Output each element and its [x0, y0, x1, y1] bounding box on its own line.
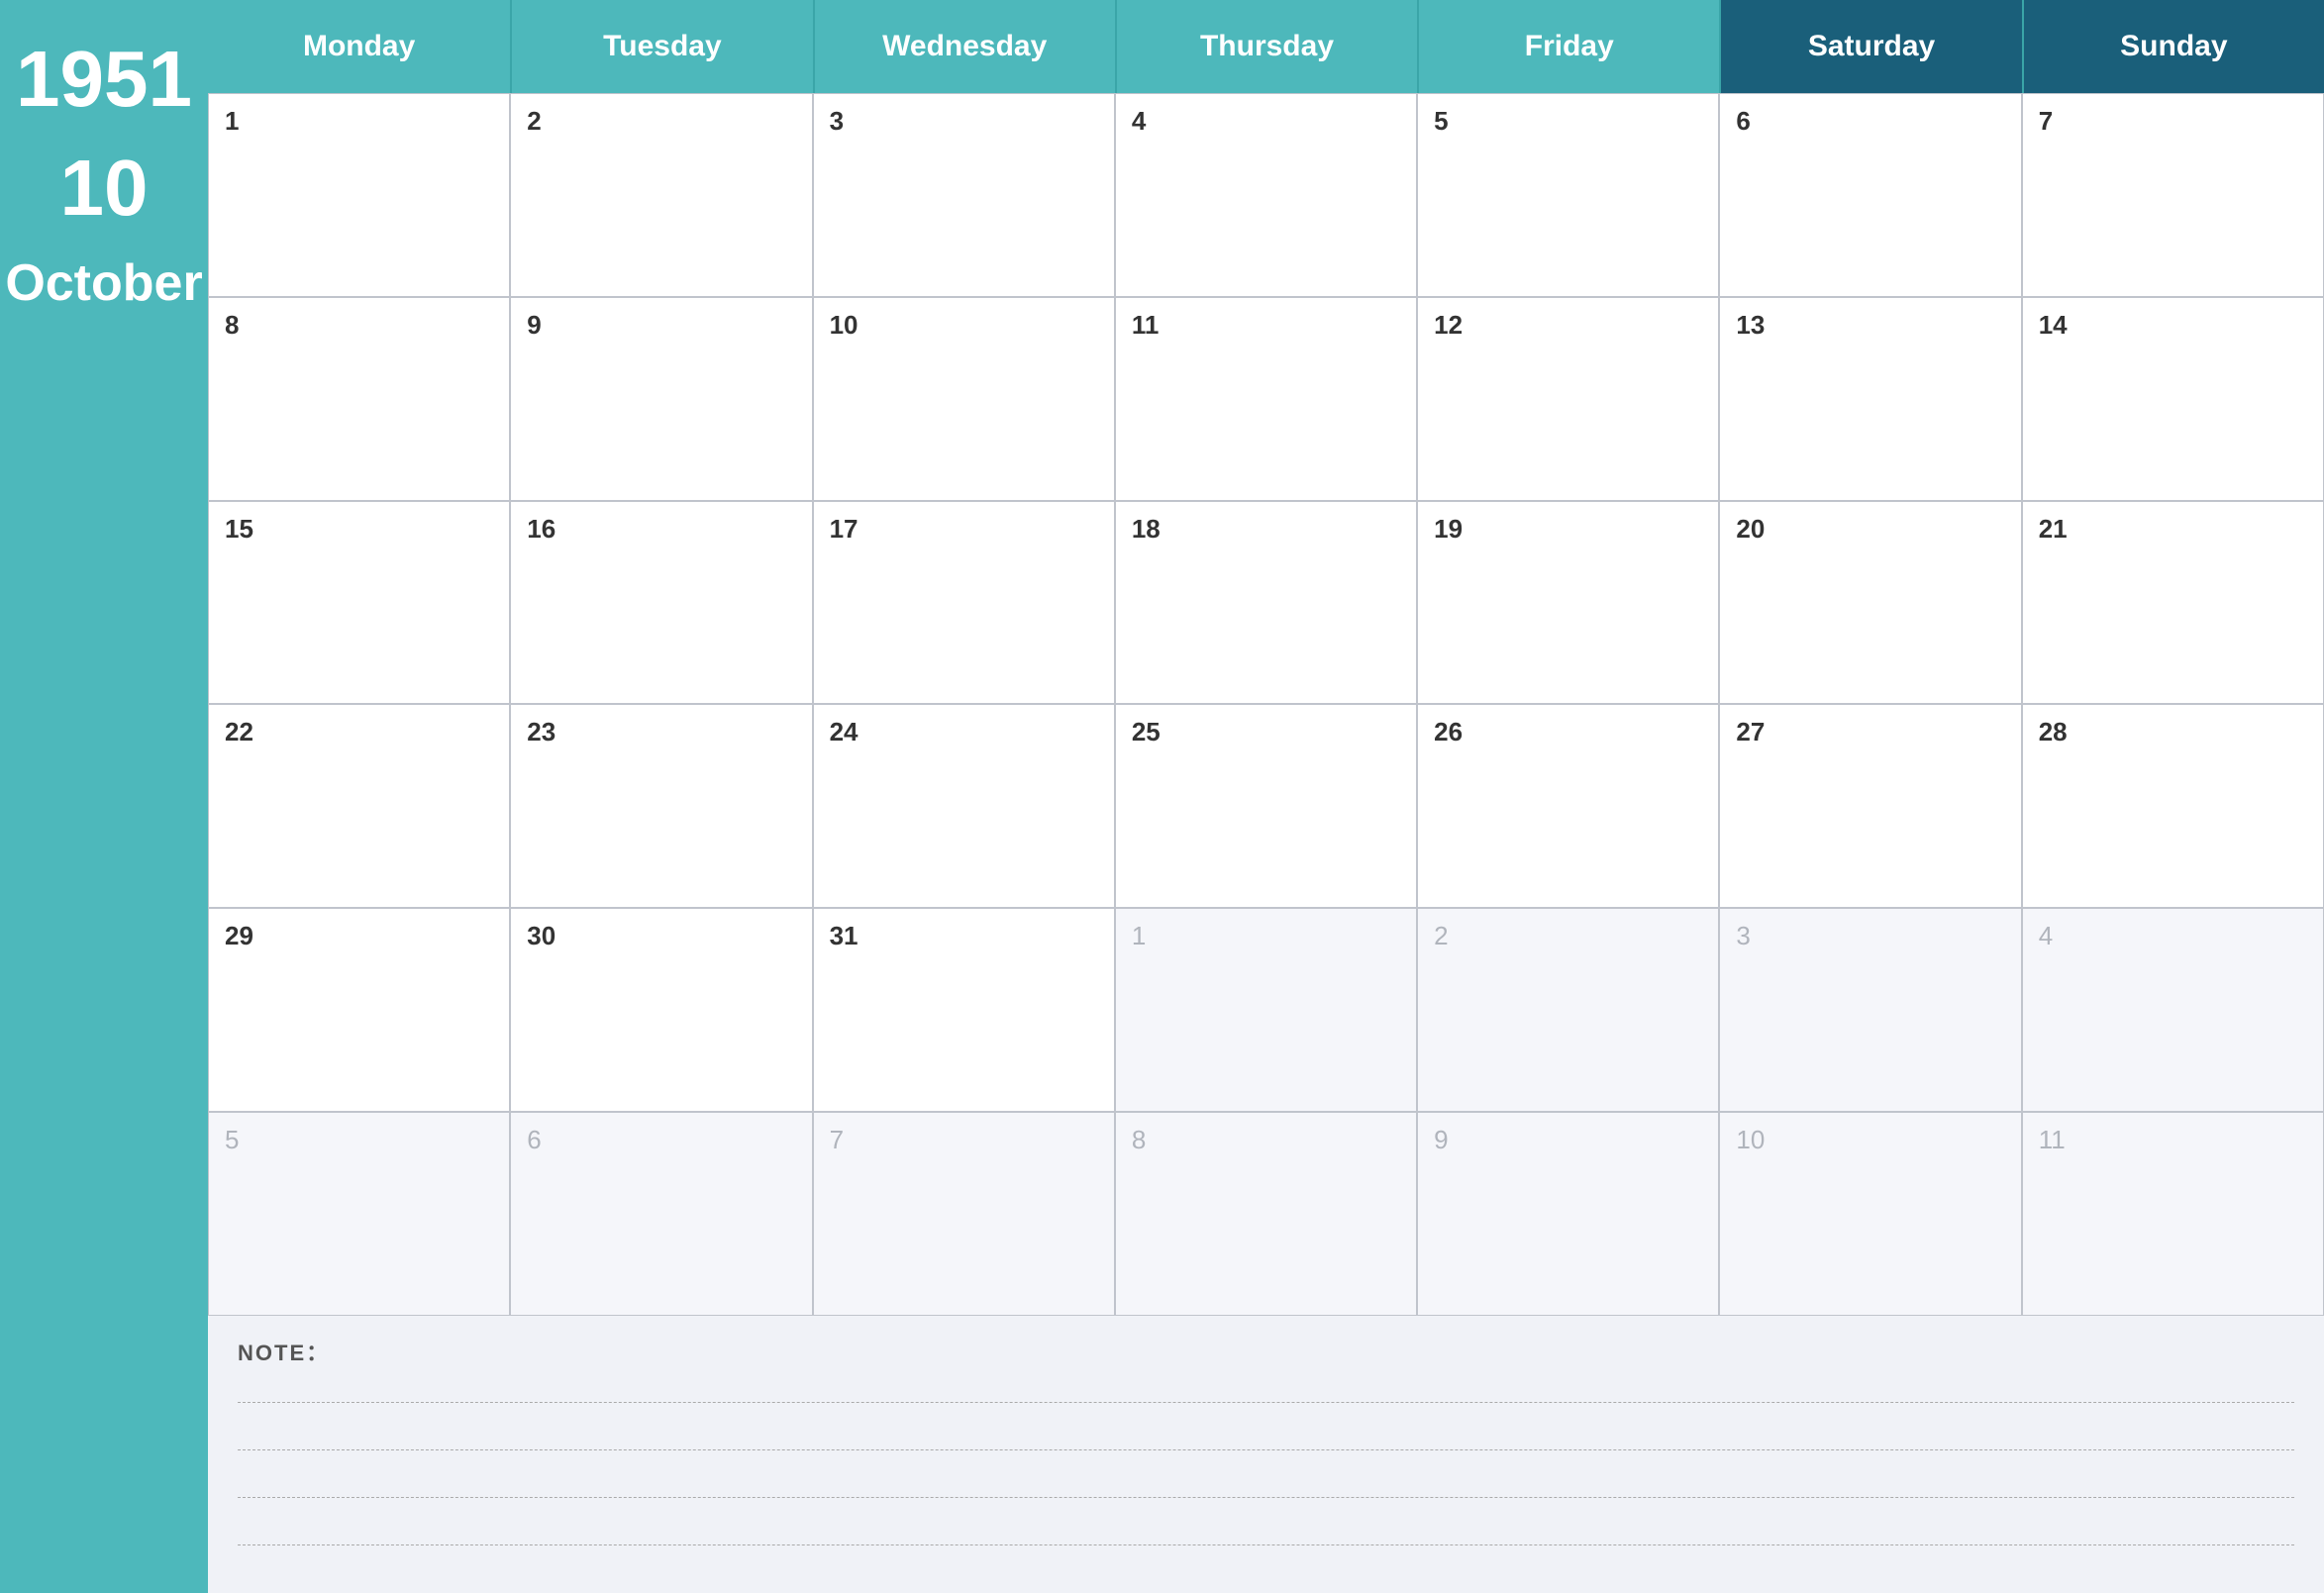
calendar-grid: 1 2 3 4 5 6 7 8 9 10 11 12 13 14 15: [208, 93, 2324, 1316]
calendar-cell[interactable]: 15: [208, 501, 510, 705]
calendar-cell[interactable]: 10: [813, 297, 1115, 501]
calendar-row: 1 2 3 4 5 6 7: [208, 93, 2324, 297]
calendar-cell[interactable]: 23: [510, 704, 812, 908]
calendar-cell[interactable]: 22: [208, 704, 510, 908]
header-wednesday: Wednesday: [813, 0, 1115, 93]
calendar-cell-other[interactable]: 11: [2022, 1112, 2324, 1316]
note-line-3: [238, 1468, 2294, 1498]
year-display: 1951: [16, 40, 192, 119]
calendar-sidebar: 1951 10 October: [0, 0, 208, 1593]
calendar-cell[interactable]: 5: [1417, 93, 1719, 297]
calendar-wrapper: 1951 10 October Monday Tuesday Wednesday…: [0, 0, 2324, 1593]
calendar-cell[interactable]: 16: [510, 501, 812, 705]
calendar-cell[interactable]: 30: [510, 908, 812, 1112]
calendar-row: 8 9 10 11 12 13 14: [208, 297, 2324, 501]
header-monday: Monday: [208, 0, 510, 93]
calendar-cell[interactable]: 7: [2022, 93, 2324, 297]
calendar-row: 29 30 31 1 2 3 4: [208, 908, 2324, 1112]
calendar-cell[interactable]: 21: [2022, 501, 2324, 705]
calendar-cell[interactable]: 20: [1719, 501, 2021, 705]
calendar-main: Monday Tuesday Wednesday Thursday Friday…: [208, 0, 2324, 1593]
calendar-cell-other[interactable]: 5: [208, 1112, 510, 1316]
calendar-cell[interactable]: 14: [2022, 297, 2324, 501]
calendar-row: 5 6 7 8 9 10 11: [208, 1112, 2324, 1316]
calendar-cell[interactable]: 9: [510, 297, 812, 501]
calendar-cell[interactable]: 1: [208, 93, 510, 297]
calendar-cell[interactable]: 12: [1417, 297, 1719, 501]
calendar-cell[interactable]: 28: [2022, 704, 2324, 908]
calendar-cell-other[interactable]: 2: [1417, 908, 1719, 1112]
calendar-cell[interactable]: 24: [813, 704, 1115, 908]
calendar-cell[interactable]: 2: [510, 93, 812, 297]
calendar-cell-other[interactable]: 4: [2022, 908, 2324, 1112]
calendar-cell[interactable]: 6: [1719, 93, 2021, 297]
calendar-cell-other[interactable]: 3: [1719, 908, 2021, 1112]
calendar-header: Monday Tuesday Wednesday Thursday Friday…: [208, 0, 2324, 93]
calendar-cell[interactable]: 31: [813, 908, 1115, 1112]
calendar-cell-other[interactable]: 9: [1417, 1112, 1719, 1316]
note-line-4: [238, 1516, 2294, 1545]
calendar-row: 22 23 24 25 26 27 28: [208, 704, 2324, 908]
calendar-cell[interactable]: 18: [1115, 501, 1417, 705]
calendar-cell[interactable]: 26: [1417, 704, 1719, 908]
week-number-display: 10: [60, 149, 149, 228]
calendar-cell[interactable]: 17: [813, 501, 1115, 705]
calendar-cell[interactable]: 19: [1417, 501, 1719, 705]
header-friday: Friday: [1417, 0, 1719, 93]
month-display: October: [5, 257, 202, 309]
header-thursday: Thursday: [1115, 0, 1417, 93]
header-sunday: Sunday: [2022, 0, 2324, 93]
calendar-cell-other[interactable]: 1: [1115, 908, 1417, 1112]
calendar-row: 15 16 17 18 19 20 21: [208, 501, 2324, 705]
calendar-cell[interactable]: 8: [208, 297, 510, 501]
calendar-cell[interactable]: 3: [813, 93, 1115, 297]
note-line-1: [238, 1373, 2294, 1403]
calendar-cell-other[interactable]: 8: [1115, 1112, 1417, 1316]
calendar-cell[interactable]: 11: [1115, 297, 1417, 501]
calendar-cell-other[interactable]: 7: [813, 1112, 1115, 1316]
header-saturday: Saturday: [1719, 0, 2021, 93]
calendar-cell-other[interactable]: 10: [1719, 1112, 2021, 1316]
note-section: NOTE：: [208, 1316, 2324, 1593]
header-tuesday: Tuesday: [510, 0, 812, 93]
calendar-cell[interactable]: 4: [1115, 93, 1417, 297]
calendar-cell-other[interactable]: 6: [510, 1112, 812, 1316]
calendar-cell[interactable]: 29: [208, 908, 510, 1112]
calendar-cell[interactable]: 13: [1719, 297, 2021, 501]
calendar-cell[interactable]: 27: [1719, 704, 2021, 908]
note-line-2: [238, 1421, 2294, 1450]
note-label: NOTE：: [238, 1336, 2294, 1367]
calendar-cell[interactable]: 25: [1115, 704, 1417, 908]
